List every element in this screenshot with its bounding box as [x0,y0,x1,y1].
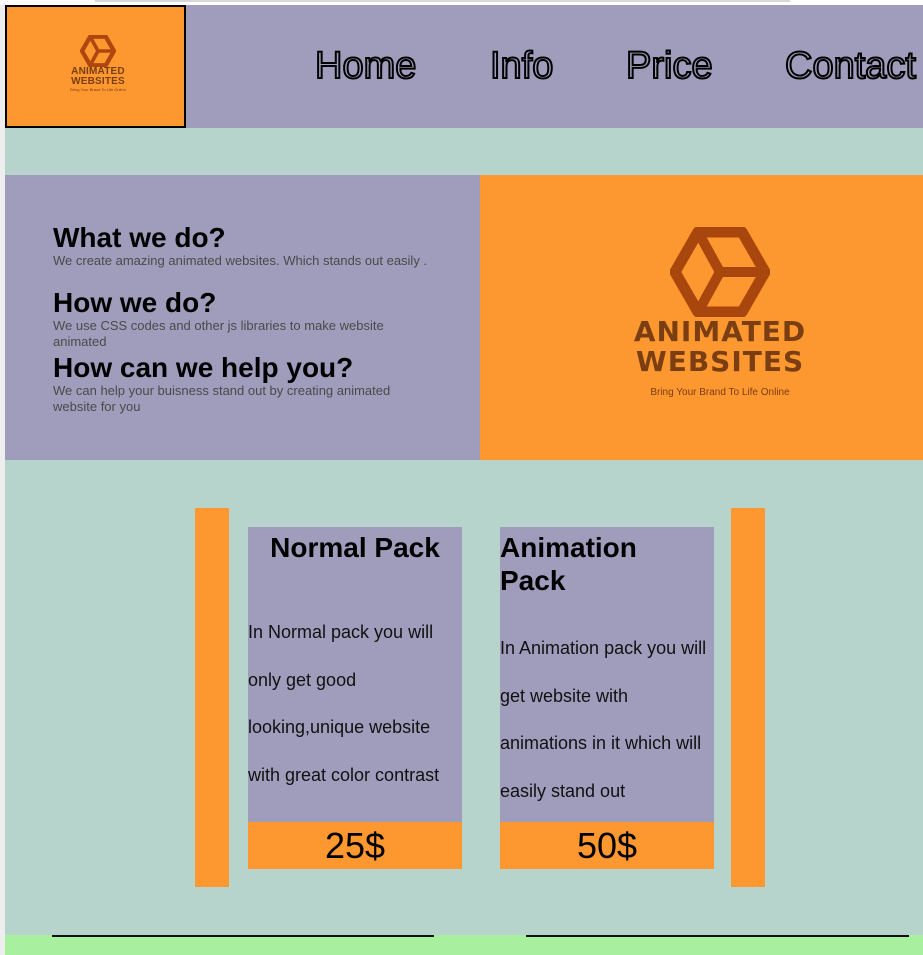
card-description: In Normal pack you will only get good lo… [248,622,440,785]
footer-strip [5,935,923,955]
logo-link[interactable]: ANIMATED WEBSITES Bring Your Brand To Li… [5,5,186,128]
info-section: What we do? We create amazing animated w… [5,175,923,460]
brand-line-2: WEBSITES [71,76,125,87]
faq-answer: We create amazing animated websites. Whi… [53,253,428,268]
cube-icon [670,227,770,317]
card-title: Normal Pack [270,532,440,563]
cube-icon [80,35,116,67]
pricing-card-animation[interactable]: Animation Pack In Animation pack you wil… [500,527,714,869]
site-header: ANIMATED WEBSITES Bring Your Brand To Li… [5,5,923,128]
faq-item: What we do? We create amazing animated w… [53,223,433,269]
faq-answer: We use CSS codes and other js libraries … [53,318,384,349]
nav-info[interactable]: Info [489,44,554,88]
pricing-card-normal[interactable]: Normal Pack In Normal pack you will only… [248,527,462,869]
nav-home[interactable]: Home [314,44,417,88]
nav-price[interactable]: Price [625,44,714,88]
faq-question: How we do? [53,287,217,318]
card-description: In Animation pack you will get website w… [500,638,707,801]
card-title: Animation Pack [500,532,637,596]
decor-pillar-right [731,508,765,887]
hero-brand-tagline: Bring Your Brand To Life Online [650,387,790,398]
footer-divider [526,935,909,937]
faq-question: How can we help you? [53,352,354,383]
faq-question: What we do? [53,222,226,253]
hero-brand-line-2: WEBSITES [635,345,805,378]
hero-brand-line-1: ANIMATED [633,315,807,348]
decor-pillar-left [195,508,229,887]
hero-logo-panel: ANIMATED WEBSITES Bring Your Brand To Li… [480,175,923,460]
brand-tagline: Bring Your Brand To Life Online [70,87,126,92]
faq-answer: We can help your buisness stand out by c… [53,383,391,414]
faq-item: How can we help you? We can help your bu… [53,353,433,415]
brand-logo: ANIMATED WEBSITES Bring Your Brand To Li… [63,35,133,93]
faq-item: How we do? We use CSS codes and other js… [53,288,433,350]
scroll-track [95,0,790,2]
card-price: 50$ [500,822,714,869]
card-price: 25$ [248,822,462,869]
hero-logo: ANIMATED WEBSITES Bring Your Brand To Li… [630,227,810,398]
footer-divider [52,935,434,937]
faq-panel: What we do? We create amazing animated w… [5,175,480,460]
page: ANIMATED WEBSITES Bring Your Brand To Li… [5,5,923,955]
nav-contact[interactable]: Contact [784,44,917,88]
